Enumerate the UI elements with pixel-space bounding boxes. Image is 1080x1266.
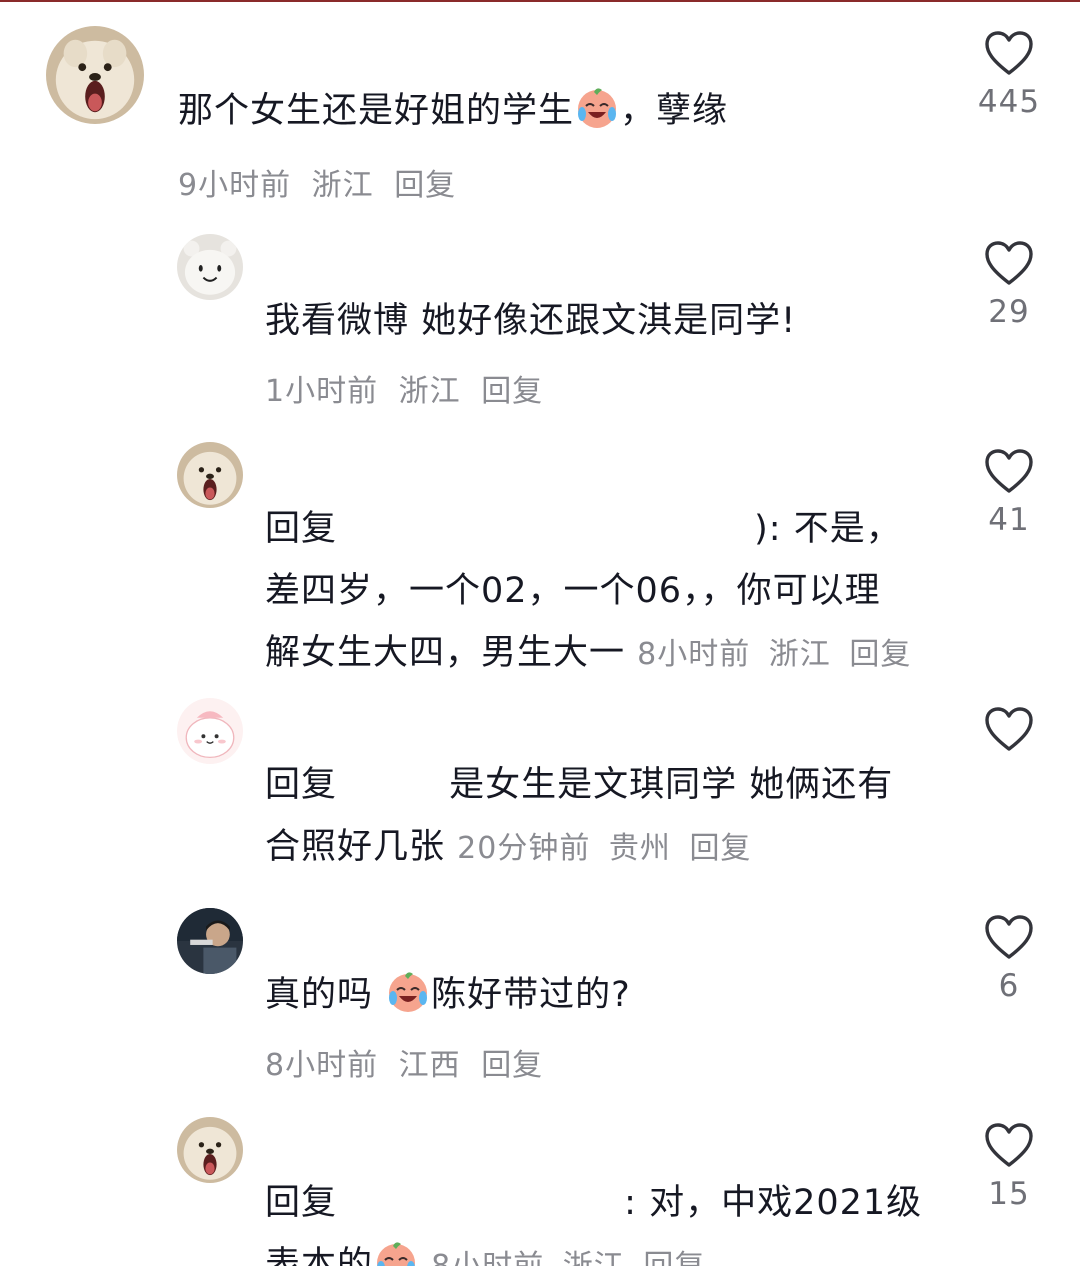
comment-time: 20分钟前 bbox=[457, 831, 591, 866]
comment-text-line: 回复 : 对，中戏2021级 bbox=[265, 1172, 955, 1234]
avatar[interactable] bbox=[177, 698, 243, 764]
comment-text-part: 那个女生还是好姐的学生 bbox=[178, 91, 575, 131]
avatar[interactable] bbox=[177, 234, 243, 300]
comment-text-part: 陈好带过的? bbox=[431, 975, 631, 1015]
comment-text-part: 表本的 bbox=[265, 1245, 374, 1266]
comment-location: 浙江 bbox=[768, 637, 831, 672]
comment-text-part: : 对，中戏2021级 bbox=[624, 1183, 923, 1223]
comment-time: 8小时前 bbox=[265, 1048, 379, 1083]
reply-button[interactable]: 回复 bbox=[643, 1249, 705, 1266]
comment-body: 回复 ): 不是， 差四岁，一个02，一个06，，你可以理 解女生大四，男生大一… bbox=[265, 498, 955, 686]
comment-location: 江西 bbox=[398, 1048, 461, 1083]
comment-time: 9小时前 bbox=[178, 168, 292, 203]
heart-outline-icon bbox=[985, 707, 1033, 751]
dog-avatar-image bbox=[177, 442, 243, 508]
like-count: 41 bbox=[988, 502, 1030, 538]
like-count: 445 bbox=[977, 84, 1041, 120]
redacted-username[interactable] bbox=[349, 498, 754, 560]
comment-text-part: ，孽缘 bbox=[620, 91, 729, 131]
crying-laughing-emoji-icon bbox=[373, 1238, 419, 1266]
comment-body: 真的吗 陈好带过的? 8小时前 江西 回复 bbox=[265, 964, 955, 1084]
pink-character-avatar-image bbox=[177, 698, 243, 764]
like-button[interactable]: 445 bbox=[969, 30, 1049, 120]
comment-time: 8小时前 bbox=[637, 637, 751, 672]
reply-button[interactable]: 回复 bbox=[481, 374, 543, 409]
reply-prefix: 回复 bbox=[265, 765, 338, 805]
reply-button[interactable]: 回复 bbox=[394, 168, 456, 203]
heart-outline-icon bbox=[985, 449, 1033, 493]
crying-laughing-emoji-icon bbox=[574, 84, 620, 130]
comment-text-part: 是女生是文琪同学 她俩还有 bbox=[449, 765, 894, 805]
heart-outline-icon bbox=[985, 31, 1033, 75]
comment-text-line: 表本的 8小时前 浙江 回复 bbox=[265, 1234, 955, 1266]
redacted-username[interactable] bbox=[349, 1172, 624, 1234]
avatar[interactable] bbox=[46, 26, 144, 124]
comment-meta: 9小时前 浙江 回复 bbox=[178, 160, 958, 204]
comment-text-part: 真的吗 bbox=[265, 975, 386, 1015]
comment-text: 我看微博 她好像还跟文淇是同学! bbox=[265, 301, 797, 341]
heart-outline-icon bbox=[985, 1123, 1033, 1167]
comment-text-line: 回复 是女生是文琪同学 她俩还有 bbox=[265, 754, 955, 816]
like-count: 29 bbox=[988, 294, 1030, 330]
dog-avatar-image bbox=[46, 26, 144, 124]
dog-avatar-image bbox=[177, 1117, 243, 1183]
comment-text: 那个女生还是好姐的学生 ，孽缘 bbox=[178, 80, 958, 142]
comment-meta: 1小时前 浙江 回复 bbox=[265, 366, 965, 410]
comment-body: 回复 : 对，中戏2021级 表本的 8小时前 浙江 回复 bbox=[265, 1172, 955, 1266]
comment-time: 8小时前 bbox=[431, 1249, 544, 1266]
bear-avatar-image bbox=[177, 234, 243, 300]
like-button[interactable]: 15 bbox=[969, 1122, 1049, 1212]
reply-prefix: 回复 bbox=[265, 509, 338, 549]
comment-meta: 8小时前 江西 回复 bbox=[265, 1040, 955, 1084]
comment-time: 1小时前 bbox=[265, 374, 379, 409]
comment-body: 那个女生还是好姐的学生 ，孽缘 9小时前 浙江 回复 bbox=[178, 80, 958, 204]
comment-text-line: 合照好几张 20分钟前 贵州 回复 bbox=[265, 816, 955, 880]
reply-prefix: 回复 bbox=[265, 1183, 338, 1223]
like-count: 15 bbox=[988, 1176, 1030, 1212]
comment-text: 真的吗 陈好带过的? bbox=[265, 964, 955, 1026]
reply-button[interactable]: 回复 bbox=[481, 1048, 543, 1083]
avatar[interactable] bbox=[177, 908, 243, 974]
like-button[interactable]: 29 bbox=[969, 240, 1049, 330]
person-avatar-image bbox=[177, 908, 243, 974]
comment-location: 贵州 bbox=[608, 831, 671, 866]
like-count: 6 bbox=[998, 968, 1020, 1004]
comment-location: 浙江 bbox=[398, 374, 461, 409]
redacted-username[interactable] bbox=[349, 754, 449, 816]
comment-body: 我看微博 她好像还跟文淇是同学! 1小时前 浙江 回复 bbox=[265, 290, 965, 410]
comment-text-line: 解女生大四，男生大一 8小时前 浙江 回复 bbox=[265, 622, 955, 686]
heart-outline-icon bbox=[985, 915, 1033, 959]
comment-body: 回复 是女生是文琪同学 她俩还有 合照好几张 20分钟前 贵州 回复 bbox=[265, 754, 955, 880]
crying-laughing-emoji-icon bbox=[385, 968, 431, 1014]
comment-location: 浙江 bbox=[563, 1249, 625, 1266]
comment-meta: 8小时前 浙江 回复 bbox=[637, 637, 919, 672]
comment-text-part: 合照好几张 bbox=[265, 827, 446, 867]
comment-text-line: 回复 ): 不是， bbox=[265, 498, 955, 560]
comment-text-line: 差四岁，一个02，一个06，，你可以理 bbox=[265, 571, 881, 611]
comment-meta: 8小时前 浙江 回复 bbox=[431, 1249, 713, 1266]
avatar[interactable] bbox=[177, 1117, 243, 1183]
top-edge-line bbox=[0, 0, 1080, 2]
reply-button[interactable]: 回复 bbox=[849, 637, 911, 672]
comment-meta: 20分钟前 贵州 回复 bbox=[457, 831, 759, 866]
like-button[interactable]: 6 bbox=[969, 914, 1049, 1004]
heart-outline-icon bbox=[985, 241, 1033, 285]
reply-button[interactable]: 回复 bbox=[689, 831, 751, 866]
comment-text-part: ): 不是， bbox=[754, 509, 902, 549]
comment-location: 浙江 bbox=[311, 168, 374, 203]
like-button[interactable]: 41 bbox=[969, 448, 1049, 538]
like-button[interactable] bbox=[969, 706, 1049, 752]
avatar[interactable] bbox=[177, 442, 243, 508]
comment-text-part: 解女生大四，男生大一 bbox=[265, 633, 626, 673]
